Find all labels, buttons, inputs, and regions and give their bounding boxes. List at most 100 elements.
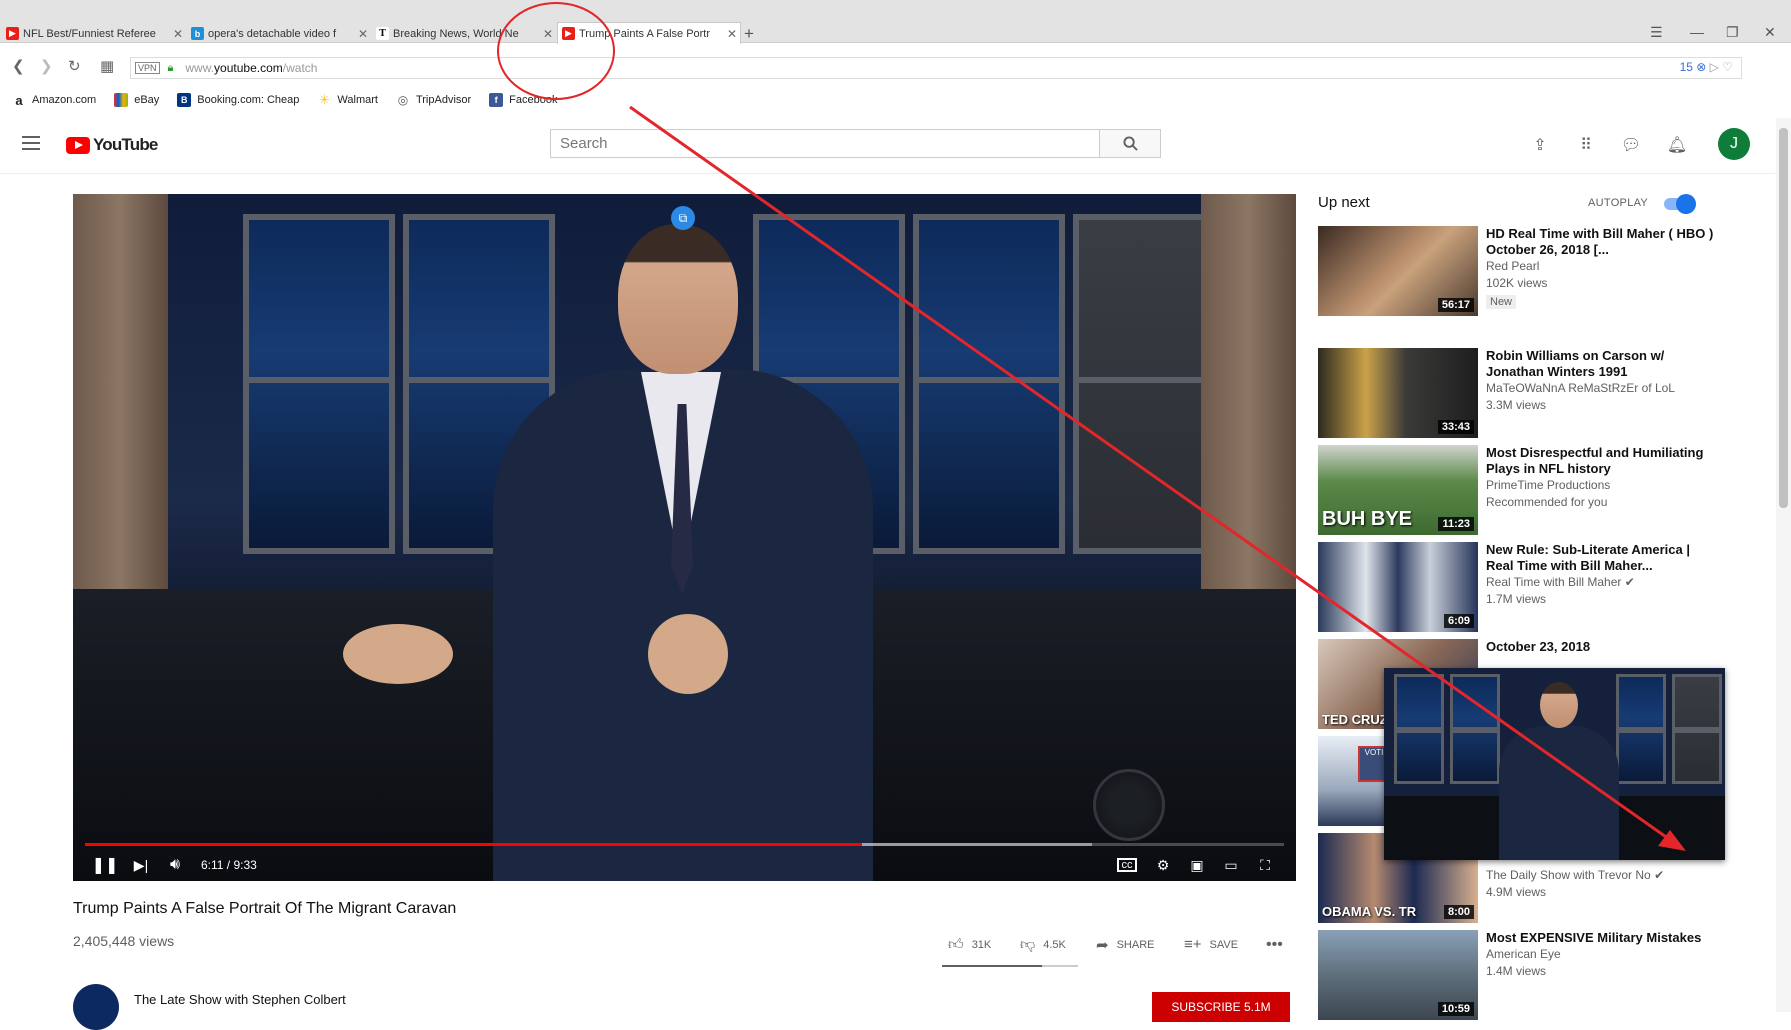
host-head — [1540, 682, 1578, 728]
speed-dial-icon[interactable]: ▦ — [100, 57, 114, 75]
back-icon[interactable]: ❮ — [12, 57, 25, 75]
vpn-badge[interactable]: VPN — [135, 62, 160, 74]
recommendation-title[interactable]: Most Disrespectful and Humiliating Plays… — [1486, 445, 1716, 477]
recommendation-channel[interactable]: American Eye — [1486, 946, 1716, 963]
close-window-icon[interactable]: ✕ — [1764, 24, 1776, 41]
thumbnail-caption: BUH BYE — [1322, 508, 1413, 530]
menu-icon[interactable] — [22, 136, 40, 154]
bookmark-ebay[interactable]: eBay — [114, 93, 159, 107]
upload-icon[interactable]: ⇪ — [1529, 134, 1551, 156]
detach-video-icon[interactable]: ⧉ — [671, 206, 695, 230]
recommendation-channel[interactable]: The Daily Show with Trevor No ✔ — [1486, 867, 1716, 884]
miniplayer-icon[interactable]: ▣ — [1185, 854, 1209, 876]
sentiment-bar — [942, 965, 1078, 967]
dislike-button[interactable]: 👎︎ 4.5K — [1020, 936, 1066, 954]
recommendation-item[interactable]: 56:17 HD Real Time with Bill Maher ( HBO… — [1318, 226, 1718, 316]
walmart-icon: ✳ — [317, 92, 332, 107]
set-window — [1672, 674, 1722, 784]
video-thumbnail[interactable]: 33:43 — [1318, 348, 1478, 438]
video-thumbnail[interactable]: 56:17 — [1318, 226, 1478, 316]
recommendation-title[interactable]: New Rule: Sub-Literate America | Real Ti… — [1486, 542, 1716, 574]
recommendation-channel[interactable]: Real Time with Bill Maher ✔ — [1486, 574, 1716, 591]
time-display: 6:11 / 9:33 — [201, 858, 257, 872]
video-thumbnail[interactable]: 6:09 — [1318, 542, 1478, 632]
subscribe-button[interactable]: SUBSCRIBE 5.1M — [1152, 992, 1290, 1022]
new-tab-icon[interactable]: + — [744, 24, 754, 44]
recommendation-title[interactable]: Most EXPENSIVE Military Mistakes — [1486, 930, 1716, 946]
page-scrollbar[interactable] — [1776, 118, 1791, 1012]
search-button[interactable] — [1099, 129, 1161, 158]
next-icon[interactable]: ▶| — [129, 854, 153, 876]
recommendation-channel[interactable]: Red Pearl — [1486, 258, 1716, 275]
tab-breaking-news[interactable]: T Breaking News, World Ne ✕ — [372, 24, 556, 43]
tab-nfl[interactable]: ▶ NFL Best/Funniest Referee ✕ — [2, 24, 186, 43]
share-button[interactable]: ➦ SHARE — [1096, 936, 1154, 954]
autoplay-label: AUTOPLAY — [1588, 197, 1649, 209]
thumbnail-caption: TED CRUZ — [1322, 712, 1388, 727]
recommendation-views: 102K views — [1486, 276, 1548, 290]
like-button[interactable]: 👍︎ 31K — [948, 936, 991, 954]
share-arrow-icon: ➦ — [1096, 937, 1109, 954]
bookmark-tripadvisor[interactable]: ◎ TripAdvisor — [395, 93, 471, 107]
save-button[interactable]: ≡+ SAVE — [1184, 936, 1238, 953]
minimize-icon[interactable]: — — [1690, 24, 1704, 40]
booking-icon: B — [177, 93, 192, 107]
adblock-badge[interactable]: 15 ⊗ ▷ ♡ — [1680, 60, 1733, 74]
close-tab-icon[interactable]: ✕ — [724, 27, 740, 41]
forward-icon[interactable]: ❯ — [40, 57, 53, 75]
account-avatar[interactable]: J — [1718, 128, 1750, 160]
detached-video-popout[interactable] — [1384, 668, 1725, 860]
bookmark-amazon[interactable]: a Amazon.com — [12, 93, 96, 108]
channel-name[interactable]: The Late Show with Stephen Colbert — [134, 992, 346, 1007]
theater-mode-icon[interactable]: ▭ — [1219, 854, 1243, 876]
video-thumbnail[interactable]: BUH BYE 11:23 — [1318, 445, 1478, 535]
video-title: Trump Paints A False Portrait Of The Mig… — [73, 900, 457, 917]
tab-title: Trump Paints A False Portr — [579, 27, 711, 40]
recommendation-item[interactable]: 6:09 New Rule: Sub-Literate America | Re… — [1318, 542, 1718, 632]
youtube-logo[interactable]: YouTube — [66, 135, 158, 155]
scrollbar-thumb[interactable] — [1779, 128, 1788, 508]
url-field[interactable]: VPN 🔒︎ www. youtube.com/watch 15 ⊗ ▷ ♡ — [130, 57, 1742, 79]
duration-badge: 56:17 — [1437, 298, 1474, 312]
close-tab-icon[interactable]: ✕ — [540, 27, 556, 41]
lock-icon[interactable]: 🔒︎ — [168, 62, 174, 75]
video-player[interactable]: ⧉ ❚❚ ▶| 🔊︎ 6:11 / 9:33 cc ⚙ ▣ ▭ ⛶ — [73, 194, 1296, 881]
recommendation-title[interactable]: October 23, 2018 — [1486, 639, 1716, 655]
bookmark-booking[interactable]: B Booking.com: Cheap — [177, 93, 299, 107]
tab-opera-detachable[interactable]: b opera's detachable video f ✕ — [187, 24, 371, 43]
likes-ratio — [942, 965, 1042, 967]
played-bar — [85, 843, 862, 846]
messages-icon[interactable]: 💬︎ — [1620, 134, 1642, 156]
volume-icon[interactable]: 🔊︎ — [163, 854, 187, 876]
tab-trump-paints[interactable]: ▶ Trump Paints A False Portr ✕ — [557, 22, 741, 44]
toggle-knob[interactable] — [1676, 194, 1696, 214]
bookmark-facebook[interactable]: f Facebook — [489, 93, 557, 107]
channel-avatar[interactable] — [73, 984, 119, 1030]
apps-grid-icon[interactable]: ⠿ — [1575, 134, 1597, 156]
view-count: 2,405,448 views — [73, 933, 175, 949]
recommendation-title[interactable]: Robin Williams on Carson w/ Jonathan Win… — [1486, 348, 1716, 380]
close-tab-icon[interactable]: ✕ — [355, 27, 371, 41]
reload-icon[interactable]: ↻ — [68, 57, 81, 75]
restore-icon[interactable]: ❐ — [1726, 24, 1739, 41]
recommendation-channel[interactable]: PrimeTime Productions — [1486, 477, 1716, 494]
autoplay-toggle[interactable] — [1664, 194, 1696, 214]
recommendation-item[interactable]: BUH BYE 11:23 Most Disrespectful and Hum… — [1318, 445, 1718, 535]
notifications-bell-icon[interactable]: 🔔︎ — [1666, 134, 1688, 156]
bookmark-walmart[interactable]: ✳ Walmart — [317, 92, 378, 107]
progress-bar[interactable] — [85, 843, 1284, 846]
tab-menu-icon[interactable]: ☰ — [1650, 24, 1663, 41]
recommendation-channel[interactable]: MaTeOWaNnA ReMaStRzEr of LoL — [1486, 380, 1716, 397]
more-actions-icon[interactable]: ••• — [1266, 936, 1283, 954]
search-input[interactable]: Search — [550, 129, 1100, 158]
recommendation-item[interactable]: 10:59 Most EXPENSIVE Military Mistakes A… — [1318, 930, 1718, 1020]
recommendation-item[interactable]: 33:43 Robin Williams on Carson w/ Jonath… — [1318, 348, 1718, 438]
settings-gear-icon[interactable]: ⚙ — [1151, 854, 1175, 876]
video-thumbnail[interactable]: 10:59 — [1318, 930, 1478, 1020]
recommendation-title[interactable]: HD Real Time with Bill Maher ( HBO ) Oct… — [1486, 226, 1716, 258]
thumbnail-caption: OBAMA VS. TR — [1322, 904, 1417, 919]
close-tab-icon[interactable]: ✕ — [170, 27, 186, 41]
subtitles-icon[interactable]: cc — [1117, 858, 1137, 872]
fullscreen-icon[interactable]: ⛶ — [1253, 854, 1277, 876]
pause-icon[interactable]: ❚❚ — [92, 854, 119, 876]
